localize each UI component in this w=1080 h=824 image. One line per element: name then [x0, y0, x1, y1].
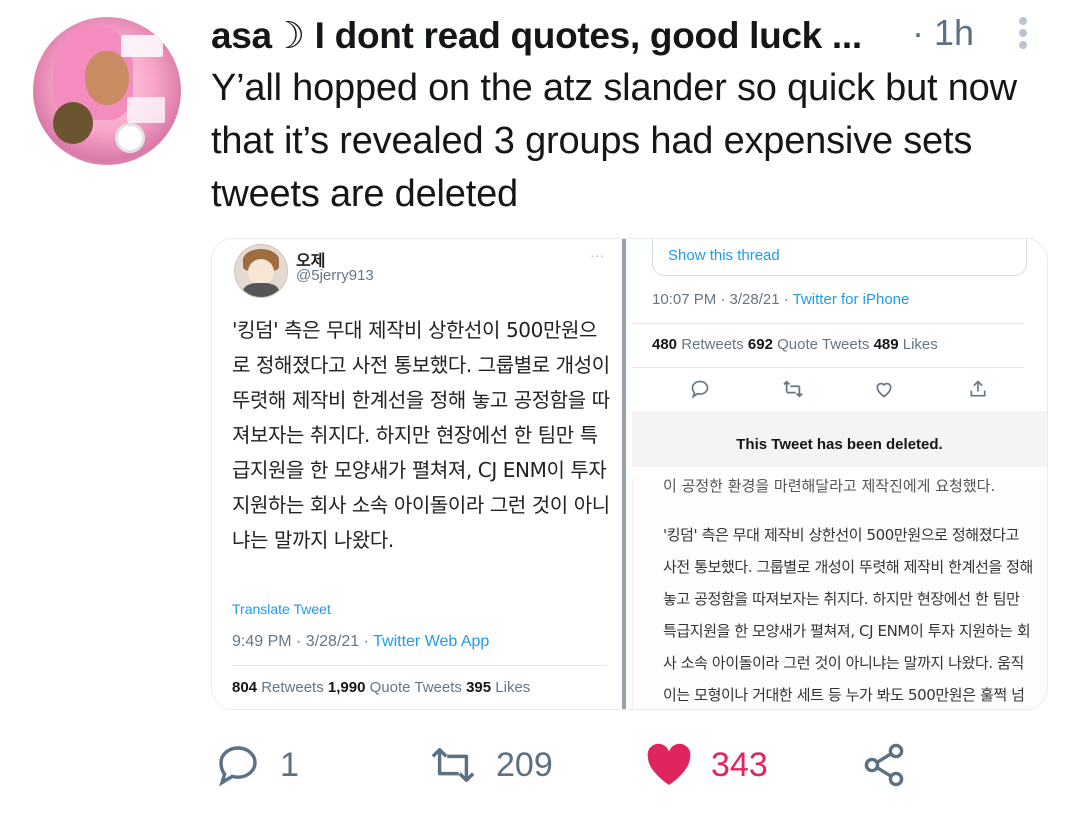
stat-label: Retweets [677, 336, 748, 353]
avatar-note [127, 97, 165, 123]
more-vertical-icon[interactable] [1015, 14, 1031, 54]
show-thread-link: Show this thread [668, 247, 780, 264]
like-count: 343 [711, 745, 768, 784]
translate-link: Translate Tweet [232, 601, 331, 617]
quoted-source: Twitter Web App [373, 633, 490, 650]
action-bar: 1 209 343 [0, 735, 1080, 805]
deleted-notice: This Tweet has been deleted. [632, 411, 1047, 467]
avatar-face [85, 51, 129, 105]
stat-label: Quote Tweets [365, 679, 467, 696]
stat-label: Likes [898, 336, 938, 353]
heart-icon [647, 743, 691, 785]
time-separator: · [912, 12, 924, 53]
article-screenshot: 이 공정한 환경을 마련해달라고 제작진에게 요청했다. '킹덤' 측은 무대 … [632, 477, 1047, 709]
tweet-header: asa☽ I dont read quotes, good luck ... [211, 12, 862, 58]
retweet-count: 209 [496, 745, 553, 784]
divider [632, 367, 1024, 368]
quoted-time: 9:49 PM · 3/28/21 · [232, 633, 374, 650]
quoted-avatar [234, 244, 288, 298]
retweet-icon [783, 380, 803, 398]
tweet-time[interactable]: · 1h [912, 12, 974, 54]
right-stats: 480 Retweets 692 Quote Tweets 489 Likes [652, 336, 938, 353]
divider [632, 323, 1024, 324]
right-source: Twitter for iPhone [792, 291, 910, 308]
stat-label: Retweets [257, 679, 328, 696]
stat-label: Likes [491, 679, 531, 696]
article-text: '킹덤' 측은 무대 제작비 상한선이 500만원으로 정해졌다고 사전 통보했… [663, 526, 1033, 704]
deleted-text: This Tweet has been deleted. [736, 436, 943, 453]
time-value: 1h [934, 12, 975, 53]
tweet-media[interactable]: 오제 @5jerry913 ··· '킹덤' 측은 무대 제작비 상한선이 50… [211, 238, 1048, 710]
divider [232, 665, 607, 666]
quoted-stats: 804 Retweets 1,990 Quote Tweets 395 Like… [232, 679, 530, 696]
retweet-icon [431, 747, 475, 783]
stat-label: Quote Tweets [772, 336, 874, 353]
stat-number: 480 [652, 336, 678, 353]
reply-button[interactable]: 1 [214, 735, 299, 795]
right-action-bar [632, 369, 1047, 409]
stat-number: 804 [232, 679, 258, 696]
reply-icon [219, 746, 257, 787]
reply-count: 1 [280, 745, 299, 784]
stat-number: 395 [466, 679, 492, 696]
stat-number: 489 [873, 336, 899, 353]
media-image-left[interactable]: 오제 @5jerry913 ··· '킹덤' 측은 무대 제작비 상한선이 50… [212, 239, 622, 709]
quoted-meta: 9:49 PM · 3/28/21 · Twitter Web App [232, 633, 489, 651]
like-button[interactable]: 343 [645, 735, 768, 795]
media-image-right[interactable]: Show this thread 10:07 PM · 3/28/21 · Tw… [632, 239, 1047, 709]
quoted-body: '킹덤' 측은 무대 제작비 상한선이 500만원으로 정해졌다고 사전 통보했… [232, 318, 610, 552]
retweet-button[interactable]: 209 [428, 735, 553, 795]
avatar-note [121, 35, 163, 57]
share-icon [970, 380, 986, 397]
article-cut-line: 이 공정한 환경을 마련해달라고 제작진에게 요청했다. [663, 477, 996, 495]
author-avatar[interactable] [33, 17, 181, 165]
heart-icon [876, 382, 892, 398]
more-horizontal-icon: ··· [590, 247, 604, 263]
avatar-decoration [53, 102, 93, 144]
share-icon [864, 743, 904, 787]
stat-number: 1,990 [327, 679, 366, 696]
quoted-handle: @5jerry913 [296, 267, 374, 284]
author-name[interactable]: asa☽ I dont read quotes, good luck ... [211, 14, 862, 57]
tweet-text: Y’all hopped on the atz slander so quick… [211, 67, 1017, 215]
right-time: 10:07 PM · 3/28/21 · [652, 291, 793, 308]
stat-number: 692 [747, 336, 773, 353]
right-meta: 10:07 PM · 3/28/21 · Twitter for iPhone [652, 291, 909, 308]
image-divider [622, 239, 626, 709]
reply-icon [691, 380, 709, 399]
avatar-flower [115, 123, 145, 153]
share-button[interactable] [860, 735, 908, 795]
